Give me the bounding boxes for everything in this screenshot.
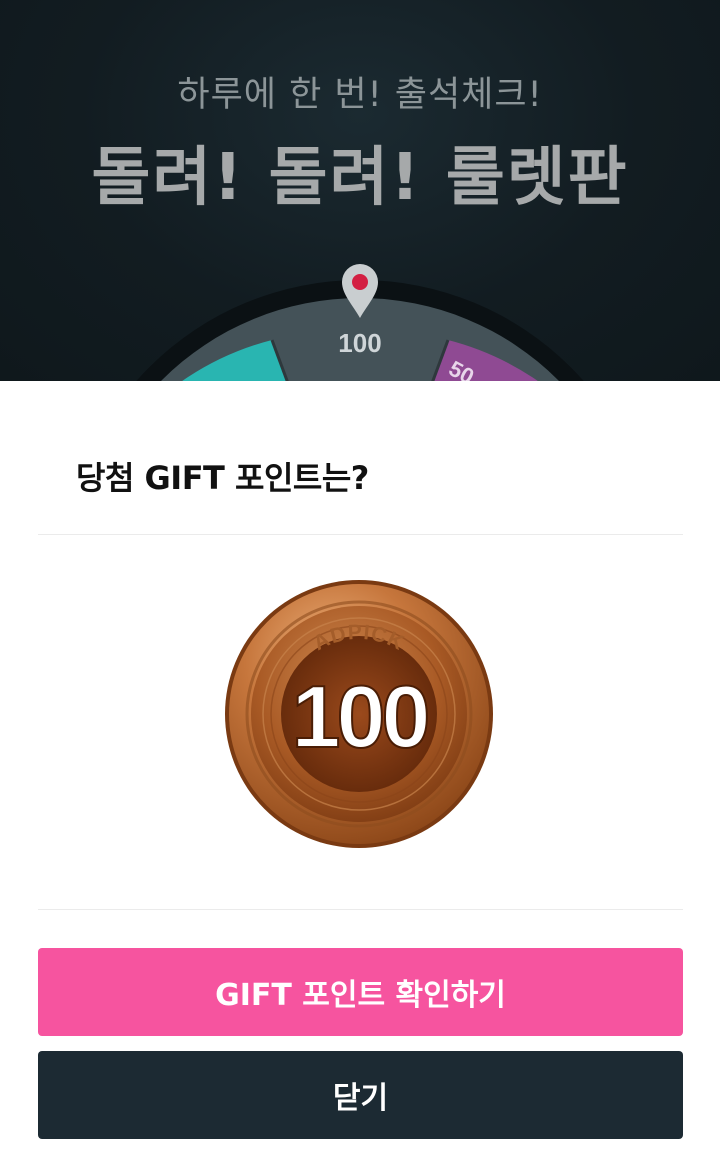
close-button[interactable]: 닫기 [38, 1051, 683, 1139]
divider [38, 534, 683, 535]
bronze-coin-icon: ADPICK 100 [225, 580, 493, 848]
modal-title: 당첨 GIFT 포인트는? [76, 459, 369, 497]
roulette-background: 하루에 한 번! 출석체크! 돌려! 돌려! 룰렛판 100 50 [0, 0, 720, 381]
wheel-slice-label: 100 [338, 328, 382, 358]
coin-value: 100 [292, 667, 428, 766]
check-gift-points-button[interactable]: GIFT 포인트 확인하기 [38, 948, 683, 1036]
map-pin-icon [342, 264, 378, 318]
divider [38, 909, 683, 910]
roulette-wheel [136, 280, 584, 381]
result-modal: 당첨 GIFT 포인트는? ADPICK 100 GIFT 포인트 확인하기 닫… [0, 381, 720, 1176]
